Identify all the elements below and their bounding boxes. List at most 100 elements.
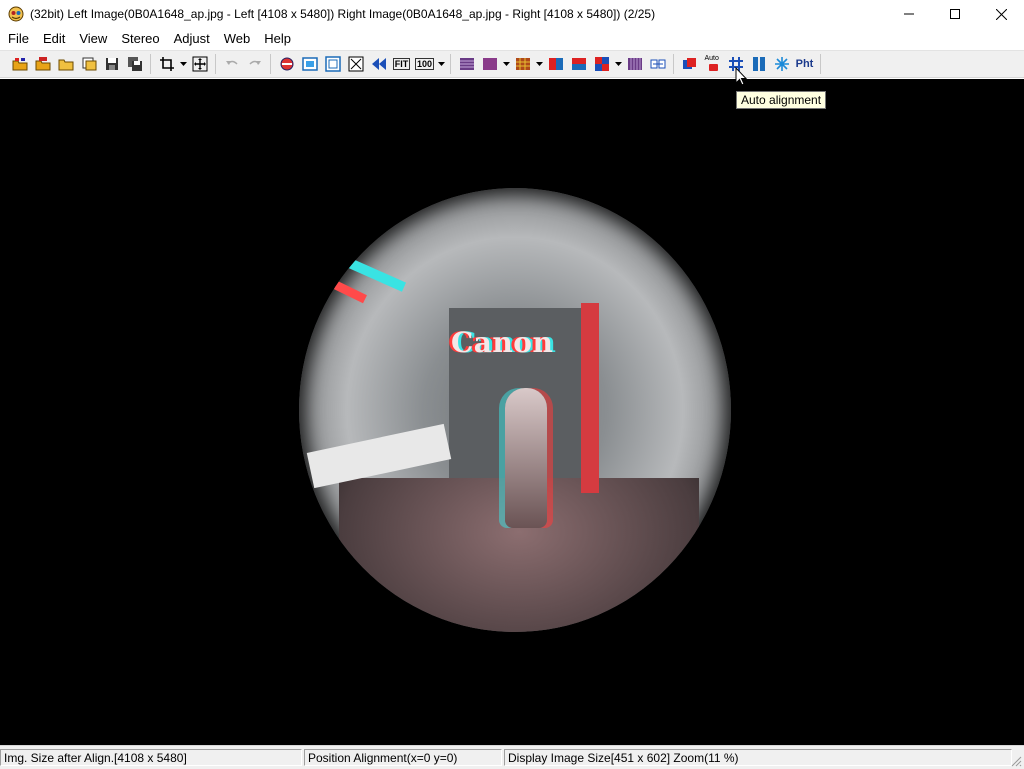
checker-icon [594, 57, 609, 71]
toolbar-separator [150, 54, 151, 74]
menu-bar: File Edit View Stereo Adjust Web Help [0, 28, 1024, 49]
undo-button[interactable] [220, 53, 243, 75]
color-anaglyph-button[interactable] [478, 53, 501, 75]
title-bar: (32bit) Left Image(0B0A1648_ap.jpg - Lef… [0, 0, 1024, 28]
auto-label: Auto [704, 55, 719, 62]
easy-adjust-icon [682, 58, 696, 69]
auto-alignment-icon: Auto [704, 55, 721, 72]
open-folder-button[interactable] [54, 53, 77, 75]
move-icon [192, 56, 207, 72]
close-button[interactable] [978, 0, 1024, 28]
image-viewer[interactable]: Canon [0, 79, 1024, 745]
fit-button[interactable]: FIT [390, 53, 413, 75]
canon-logo: Canon [451, 326, 554, 359]
easy-adjust-button[interactable] [678, 53, 701, 75]
menu-edit[interactable]: Edit [36, 28, 72, 49]
status-display-size: Display Image Size[451 x 602] Zoom(11 %) [504, 749, 1012, 766]
anaglyph-fisheye-image: Canon [299, 188, 731, 632]
frame-button[interactable] [321, 53, 344, 75]
side-by-side-button[interactable] [544, 53, 567, 75]
maximize-button[interactable] [932, 0, 978, 28]
menu-web[interactable]: Web [217, 28, 258, 49]
chevron-down-icon [614, 62, 622, 66]
status-size-after-align: Img. Size after Align.[4108 x 5480] [0, 749, 302, 766]
back-icon [371, 58, 386, 70]
toolbar-separator [450, 54, 451, 74]
window-controls [886, 0, 1024, 28]
status-bar: Img. Size after Align.[4108 x 5480] Posi… [0, 745, 1024, 769]
maximize-icon [950, 9, 960, 19]
pattern-button[interactable] [623, 53, 646, 75]
frame-icon [324, 56, 341, 72]
move-button[interactable] [188, 53, 211, 75]
menu-file[interactable]: File [0, 28, 36, 49]
resize-grip-icon[interactable] [1010, 755, 1022, 767]
fullscreen-icon [348, 56, 363, 72]
chevron-down-icon [502, 62, 510, 66]
anaglyph-dropdown[interactable] [501, 53, 511, 75]
open-multi-button[interactable] [77, 53, 100, 75]
zoom-dropdown[interactable] [436, 53, 446, 75]
swap-button[interactable] [275, 53, 298, 75]
color-anaglyph-icon [482, 58, 497, 70]
pht-icon: Pht [795, 58, 814, 70]
chevron-down-icon [437, 62, 445, 66]
mouse-cursor-icon [735, 67, 747, 86]
save-all-button[interactable] [123, 53, 146, 75]
checker-button[interactable] [590, 53, 613, 75]
red-cyan-button[interactable] [567, 53, 590, 75]
tooltip: Auto alignment [736, 91, 827, 109]
menu-stereo[interactable]: Stereo [114, 28, 166, 49]
pillar-icon [752, 57, 765, 71]
interlaced-icon [459, 58, 474, 70]
flip-icon [650, 59, 665, 69]
open-stereo-button[interactable] [31, 53, 54, 75]
crop-dropdown[interactable] [178, 53, 188, 75]
stereophoto-maker-icon[interactable] [8, 6, 24, 22]
crop-icon [159, 57, 174, 71]
pillar-button[interactable] [747, 53, 770, 75]
flip-button[interactable] [646, 53, 669, 75]
menu-view[interactable]: View [72, 28, 114, 49]
fullscreen-button[interactable] [344, 53, 367, 75]
status-position-alignment: Position Alignment(x=0 y=0) [304, 749, 502, 766]
minimize-button[interactable] [886, 0, 932, 28]
auto-alignment-button[interactable]: Auto [701, 53, 724, 75]
toolbar-separator [215, 54, 216, 74]
auto-alignment-swatch [708, 64, 718, 71]
chevron-down-icon [535, 62, 543, 66]
pht-button[interactable]: Pht [793, 53, 816, 75]
toolbar-separator [820, 54, 821, 74]
zoom100-button[interactable]: 100 [413, 53, 436, 75]
toolbar-separator [673, 54, 674, 74]
ceiling-light-red [327, 277, 367, 304]
red-pillar [581, 303, 599, 493]
open-left-right-icon [12, 58, 27, 71]
dubois-anaglyph-icon [515, 58, 530, 70]
menu-adjust[interactable]: Adjust [167, 28, 217, 49]
minimize-icon [904, 13, 914, 15]
open-left-right-button[interactable] [8, 53, 31, 75]
checker-dropdown[interactable] [613, 53, 623, 75]
back-button[interactable] [367, 53, 390, 75]
dubois-dropdown[interactable] [534, 53, 544, 75]
toolbar: FIT 100 Auto Pht [0, 50, 1024, 78]
save-button[interactable] [100, 53, 123, 75]
close-icon [995, 8, 1007, 20]
interlaced-button[interactable] [455, 53, 478, 75]
chevron-down-icon [179, 62, 187, 66]
window-button[interactable] [298, 53, 321, 75]
dubois-anaglyph-button[interactable] [511, 53, 534, 75]
undo-icon [225, 60, 238, 65]
red-cyan-icon [571, 58, 586, 70]
redo-button[interactable] [243, 53, 266, 75]
redo-icon [248, 60, 261, 65]
zoom100-icon: 100 [414, 58, 435, 70]
person-figure [505, 388, 547, 528]
open-multi-icon [82, 57, 96, 71]
snowflake-icon [774, 57, 789, 71]
toolbar-separator [270, 54, 271, 74]
crop-button[interactable] [155, 53, 178, 75]
menu-help[interactable]: Help [257, 28, 298, 49]
snowflake-button[interactable] [770, 53, 793, 75]
